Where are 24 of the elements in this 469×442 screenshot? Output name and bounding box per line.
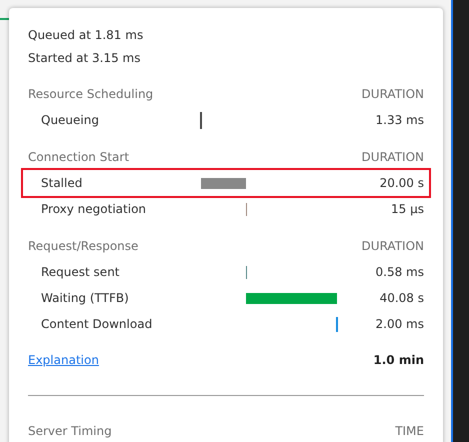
timing-label: Content Download (40, 316, 154, 333)
section-title: Connection Start (28, 149, 130, 166)
timing-label: Request sent (40, 264, 121, 281)
timing-label: Waiting (TTFB) (40, 290, 130, 307)
column-header: DURATION (362, 238, 424, 255)
column-header: DURATION (362, 149, 424, 166)
duration-value: 20.00 s (380, 175, 424, 192)
timing-label: Queueing (40, 112, 100, 129)
duration-value: 0.58 ms (376, 264, 424, 281)
section-title: Request/Response (28, 238, 138, 255)
duration-value: 2.00 ms (376, 316, 424, 333)
queued-time: Queued at 1.81 ms (28, 27, 144, 43)
column-header: DURATION (362, 86, 424, 103)
section-title: Resource Scheduling (28, 86, 154, 103)
duration-value: 40.08 s (380, 290, 424, 307)
timing-label: Proxy negotiation (40, 201, 148, 218)
duration-value: 1.33 ms (376, 112, 424, 129)
explanation-link[interactable]: Explanation (28, 351, 99, 369)
timing-label: Stalled (40, 175, 84, 192)
total-duration: 1.0 min (373, 352, 424, 369)
duration-value: 15 µs (391, 201, 424, 218)
section-title: Server Timing (28, 423, 112, 440)
started-time: Started at 3.15 ms (28, 50, 140, 66)
column-header: TIME (395, 423, 424, 440)
